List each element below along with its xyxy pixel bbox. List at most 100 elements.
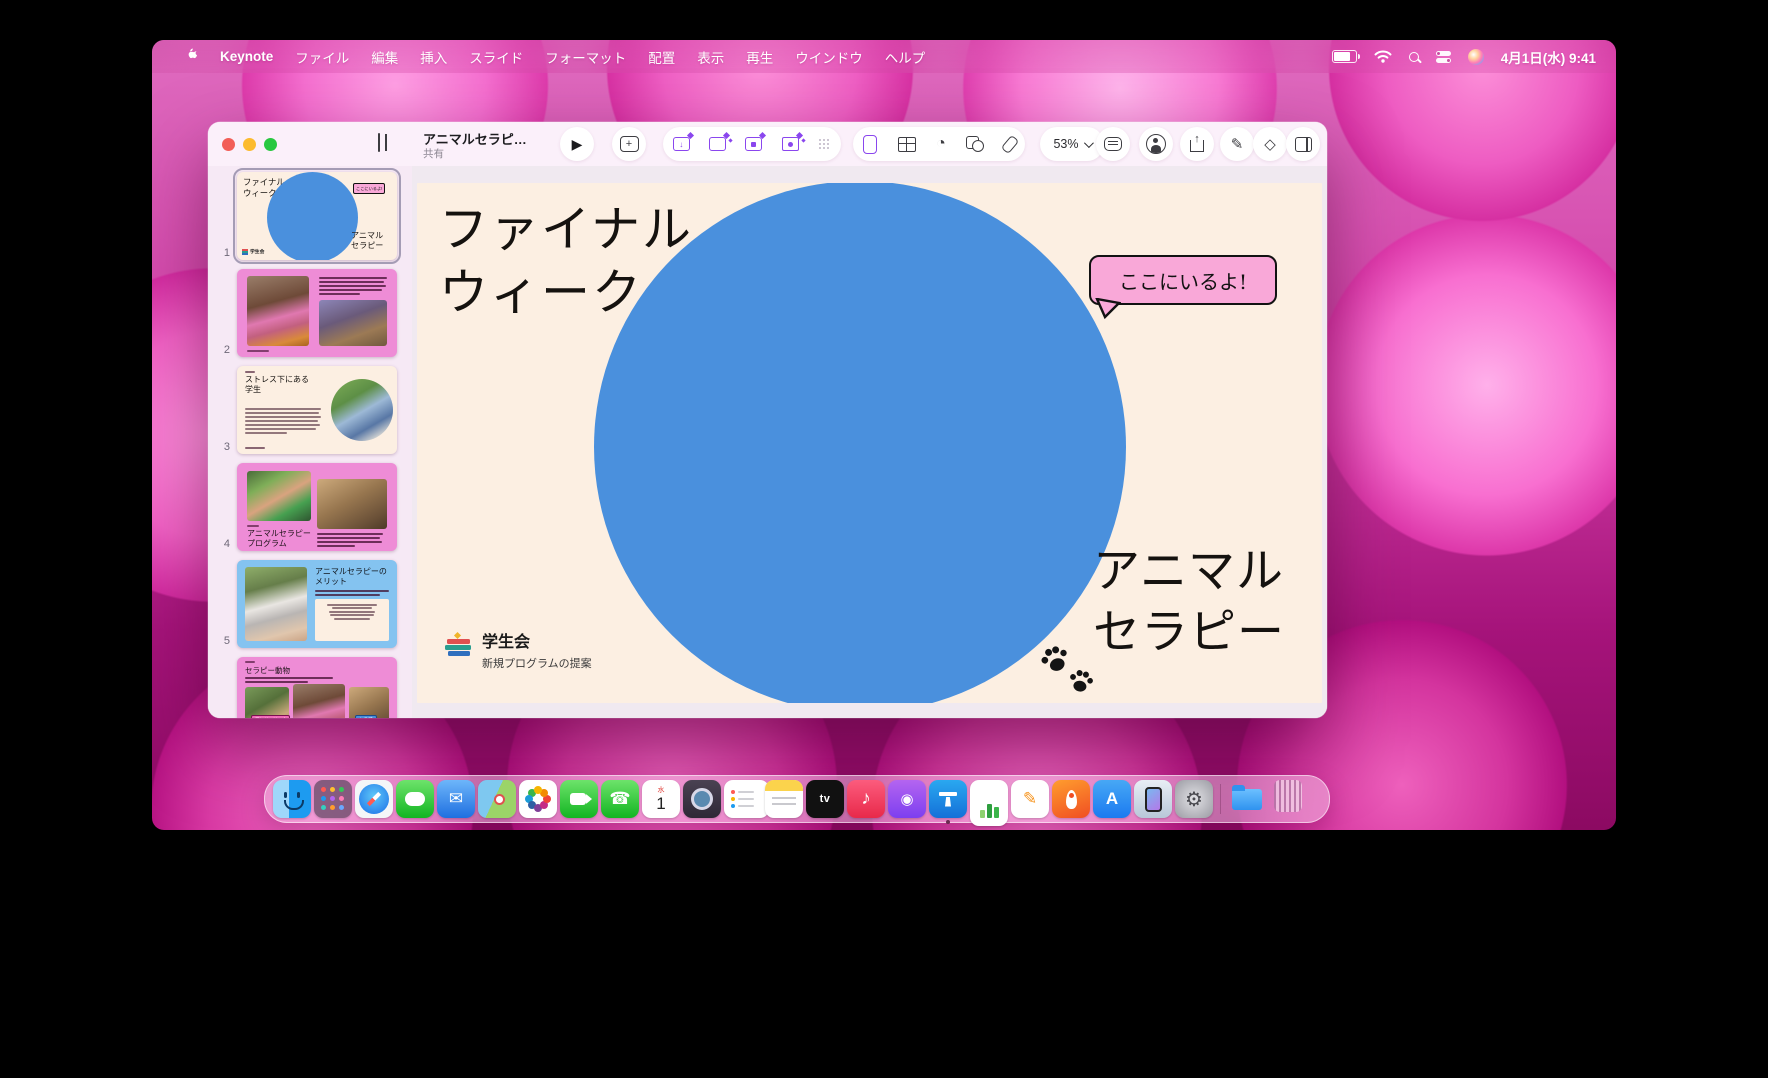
thumb6-photo-2 <box>293 684 345 718</box>
share-icon: ↑ <box>1190 136 1204 152</box>
phone-icon: ☎ <box>601 780 639 818</box>
close-button[interactable] <box>222 138 235 151</box>
dock-keynote[interactable] <box>929 780 967 818</box>
thumb1-bubble: ここにいるよ! <box>353 183 385 194</box>
thumb1-circle <box>267 172 358 260</box>
insert-slide-button[interactable]: ↓ <box>673 137 690 151</box>
thumb4-photo-rabbit <box>317 479 387 529</box>
menu-file[interactable]: ファイル <box>284 47 360 67</box>
dock-calendar[interactable]: 水 1 <box>642 780 680 818</box>
dock-photos[interactable] <box>519 780 557 818</box>
wifi-icon[interactable] <box>1374 50 1392 63</box>
comment-button[interactable] <box>1096 127 1130 161</box>
menu-slide[interactable]: スライド <box>458 47 534 67</box>
slide-thumbnail-2[interactable] <box>237 269 397 357</box>
student-council-logo[interactable]: 学生会 新規プログラムの提案 <box>445 633 592 671</box>
dock-facetime[interactable] <box>560 780 598 818</box>
chart-button[interactable]: ◔ <box>936 136 946 152</box>
thumb5-photo-rabbit <box>245 567 307 641</box>
dock-trash[interactable] <box>1269 780 1307 818</box>
dock-numbers[interactable] <box>970 780 1008 818</box>
slide-subtitle-text[interactable]: アニマル セラピー <box>1093 541 1285 663</box>
dock-mail[interactable]: ✉ <box>437 780 475 818</box>
text-box-button[interactable] <box>863 135 877 154</box>
thumb4-kicker <box>247 525 259 527</box>
dock-downloads-folder[interactable] <box>1228 780 1266 818</box>
battery-icon[interactable] <box>1332 50 1357 63</box>
dock-phone[interactable]: ☎ <box>601 780 639 818</box>
slide-thumbnail-5[interactable]: アニマルセラピーの メリット <box>237 560 397 648</box>
menu-format[interactable]: フォーマット <box>534 47 637 67</box>
slide-thumbnail-3[interactable]: ストレス下にある 学生 <box>237 366 397 454</box>
slide-number: 4 <box>214 538 230 550</box>
dock-tv[interactable]: tv <box>806 780 844 818</box>
animate-button[interactable]: ◇ <box>1253 127 1287 161</box>
thumb6-photo-3 <box>349 687 389 718</box>
menu-edit[interactable]: 編集 <box>360 47 409 67</box>
slide-title-text[interactable]: ファイナル ウィーク <box>439 199 693 324</box>
dock-music[interactable]: ♪ <box>847 780 885 818</box>
menu-app-name[interactable]: Keynote <box>209 49 284 64</box>
dock-photo-booth[interactable] <box>683 780 721 818</box>
slide-editor[interactable]: ファイナル ウィーク ここにいるよ! アニマル セラピー <box>417 183 1322 703</box>
paw-print-icon[interactable] <box>1064 664 1097 697</box>
mac-desktop: Keynote ファイル 編集 挿入 スライド フォーマット 配置 表示 再生 … <box>152 40 1616 830</box>
dock-notes[interactable] <box>765 780 803 818</box>
zoom-control[interactable]: 53% <box>1040 127 1104 161</box>
format-button[interactable]: ✎ <box>1220 127 1254 161</box>
dock-app-store[interactable]: A <box>1093 780 1131 818</box>
shapes-button[interactable] <box>966 136 984 152</box>
window-titlebar[interactable]: アニマルセラピ… 共有 ▶ + ↓ ◔ 53% <box>208 122 1327 166</box>
menu-help[interactable]: ヘルプ <box>874 47 937 67</box>
magic-content-button[interactable] <box>745 137 762 151</box>
share-button[interactable]: ↑ <box>1180 127 1214 161</box>
menu-play[interactable]: 再生 <box>735 47 784 67</box>
magic-slide-button[interactable] <box>709 137 726 151</box>
dock-maps[interactable] <box>478 780 516 818</box>
dock-pages[interactable]: ✎ <box>1011 780 1049 818</box>
menu-view[interactable]: 表示 <box>686 47 735 67</box>
add-slide-button[interactable]: + <box>612 127 646 161</box>
dock-launchpad-rocket[interactable] <box>1052 780 1090 818</box>
animate-diamond-icon: ◇ <box>1264 135 1276 153</box>
speech-bubble-text: ここにいるよ! <box>1119 266 1247 295</box>
magic-image-button[interactable] <box>782 137 799 151</box>
dock-iphone-mirroring[interactable] <box>1134 780 1172 818</box>
dock-safari[interactable] <box>355 780 393 818</box>
calendar-day: 1 <box>656 795 665 812</box>
menu-window[interactable]: ウインドウ <box>784 47 874 67</box>
menu-bar-clock[interactable]: 4月1日(水) 9:41 <box>1501 47 1596 67</box>
sidebar-toggle-button[interactable] <box>378 134 400 152</box>
dock-messages[interactable] <box>396 780 434 818</box>
document-panel-icon <box>1295 137 1312 152</box>
dock-system-settings[interactable]: ⚙ <box>1175 780 1213 818</box>
siri-icon[interactable] <box>1468 49 1484 65</box>
speech-bubble-tail <box>1093 298 1121 320</box>
dock-finder[interactable] <box>273 780 311 818</box>
media-attach-button[interactable] <box>1000 134 1019 153</box>
minimize-button[interactable] <box>243 138 256 151</box>
menu-arrange[interactable]: 配置 <box>637 47 686 67</box>
slide-thumbnail-6[interactable]: セラピー動物 アンジェリーナ ピーター トラブ <box>237 657 397 718</box>
play-button[interactable]: ▶ <box>560 127 594 161</box>
table-button[interactable] <box>898 137 916 152</box>
collaborate-button[interactable] <box>1139 127 1173 161</box>
dock-reminders[interactable] <box>724 780 762 818</box>
slide-thumbnail-1[interactable]: ファイナル ウィーク ここにいるよ! アニマル セラピー 学生会 <box>237 172 397 260</box>
shared-status-label: 共有 <box>423 146 444 161</box>
control-center-icon[interactable] <box>1436 51 1451 63</box>
thumb1-logo-label: 学生会 <box>250 248 264 255</box>
thumb3-body-text <box>245 408 321 436</box>
spotlight-search-icon[interactable] <box>1409 52 1419 62</box>
dock-podcasts[interactable]: ◉ <box>888 780 926 818</box>
zoom-button[interactable] <box>264 138 277 151</box>
dock-apps-grid[interactable] <box>314 780 352 818</box>
thumb6-photo-1 <box>245 687 289 718</box>
play-icon: ▶ <box>572 136 583 153</box>
slide-thumbnail-4[interactable]: アニマルセラピー プログラム <box>237 463 397 551</box>
speech-bubble[interactable]: ここにいるよ! <box>1089 255 1277 305</box>
document-button[interactable] <box>1286 127 1320 161</box>
apple-menu[interactable] <box>174 48 209 66</box>
mail-envelope-icon: ✉ <box>437 780 475 818</box>
menu-insert[interactable]: 挿入 <box>409 47 458 67</box>
